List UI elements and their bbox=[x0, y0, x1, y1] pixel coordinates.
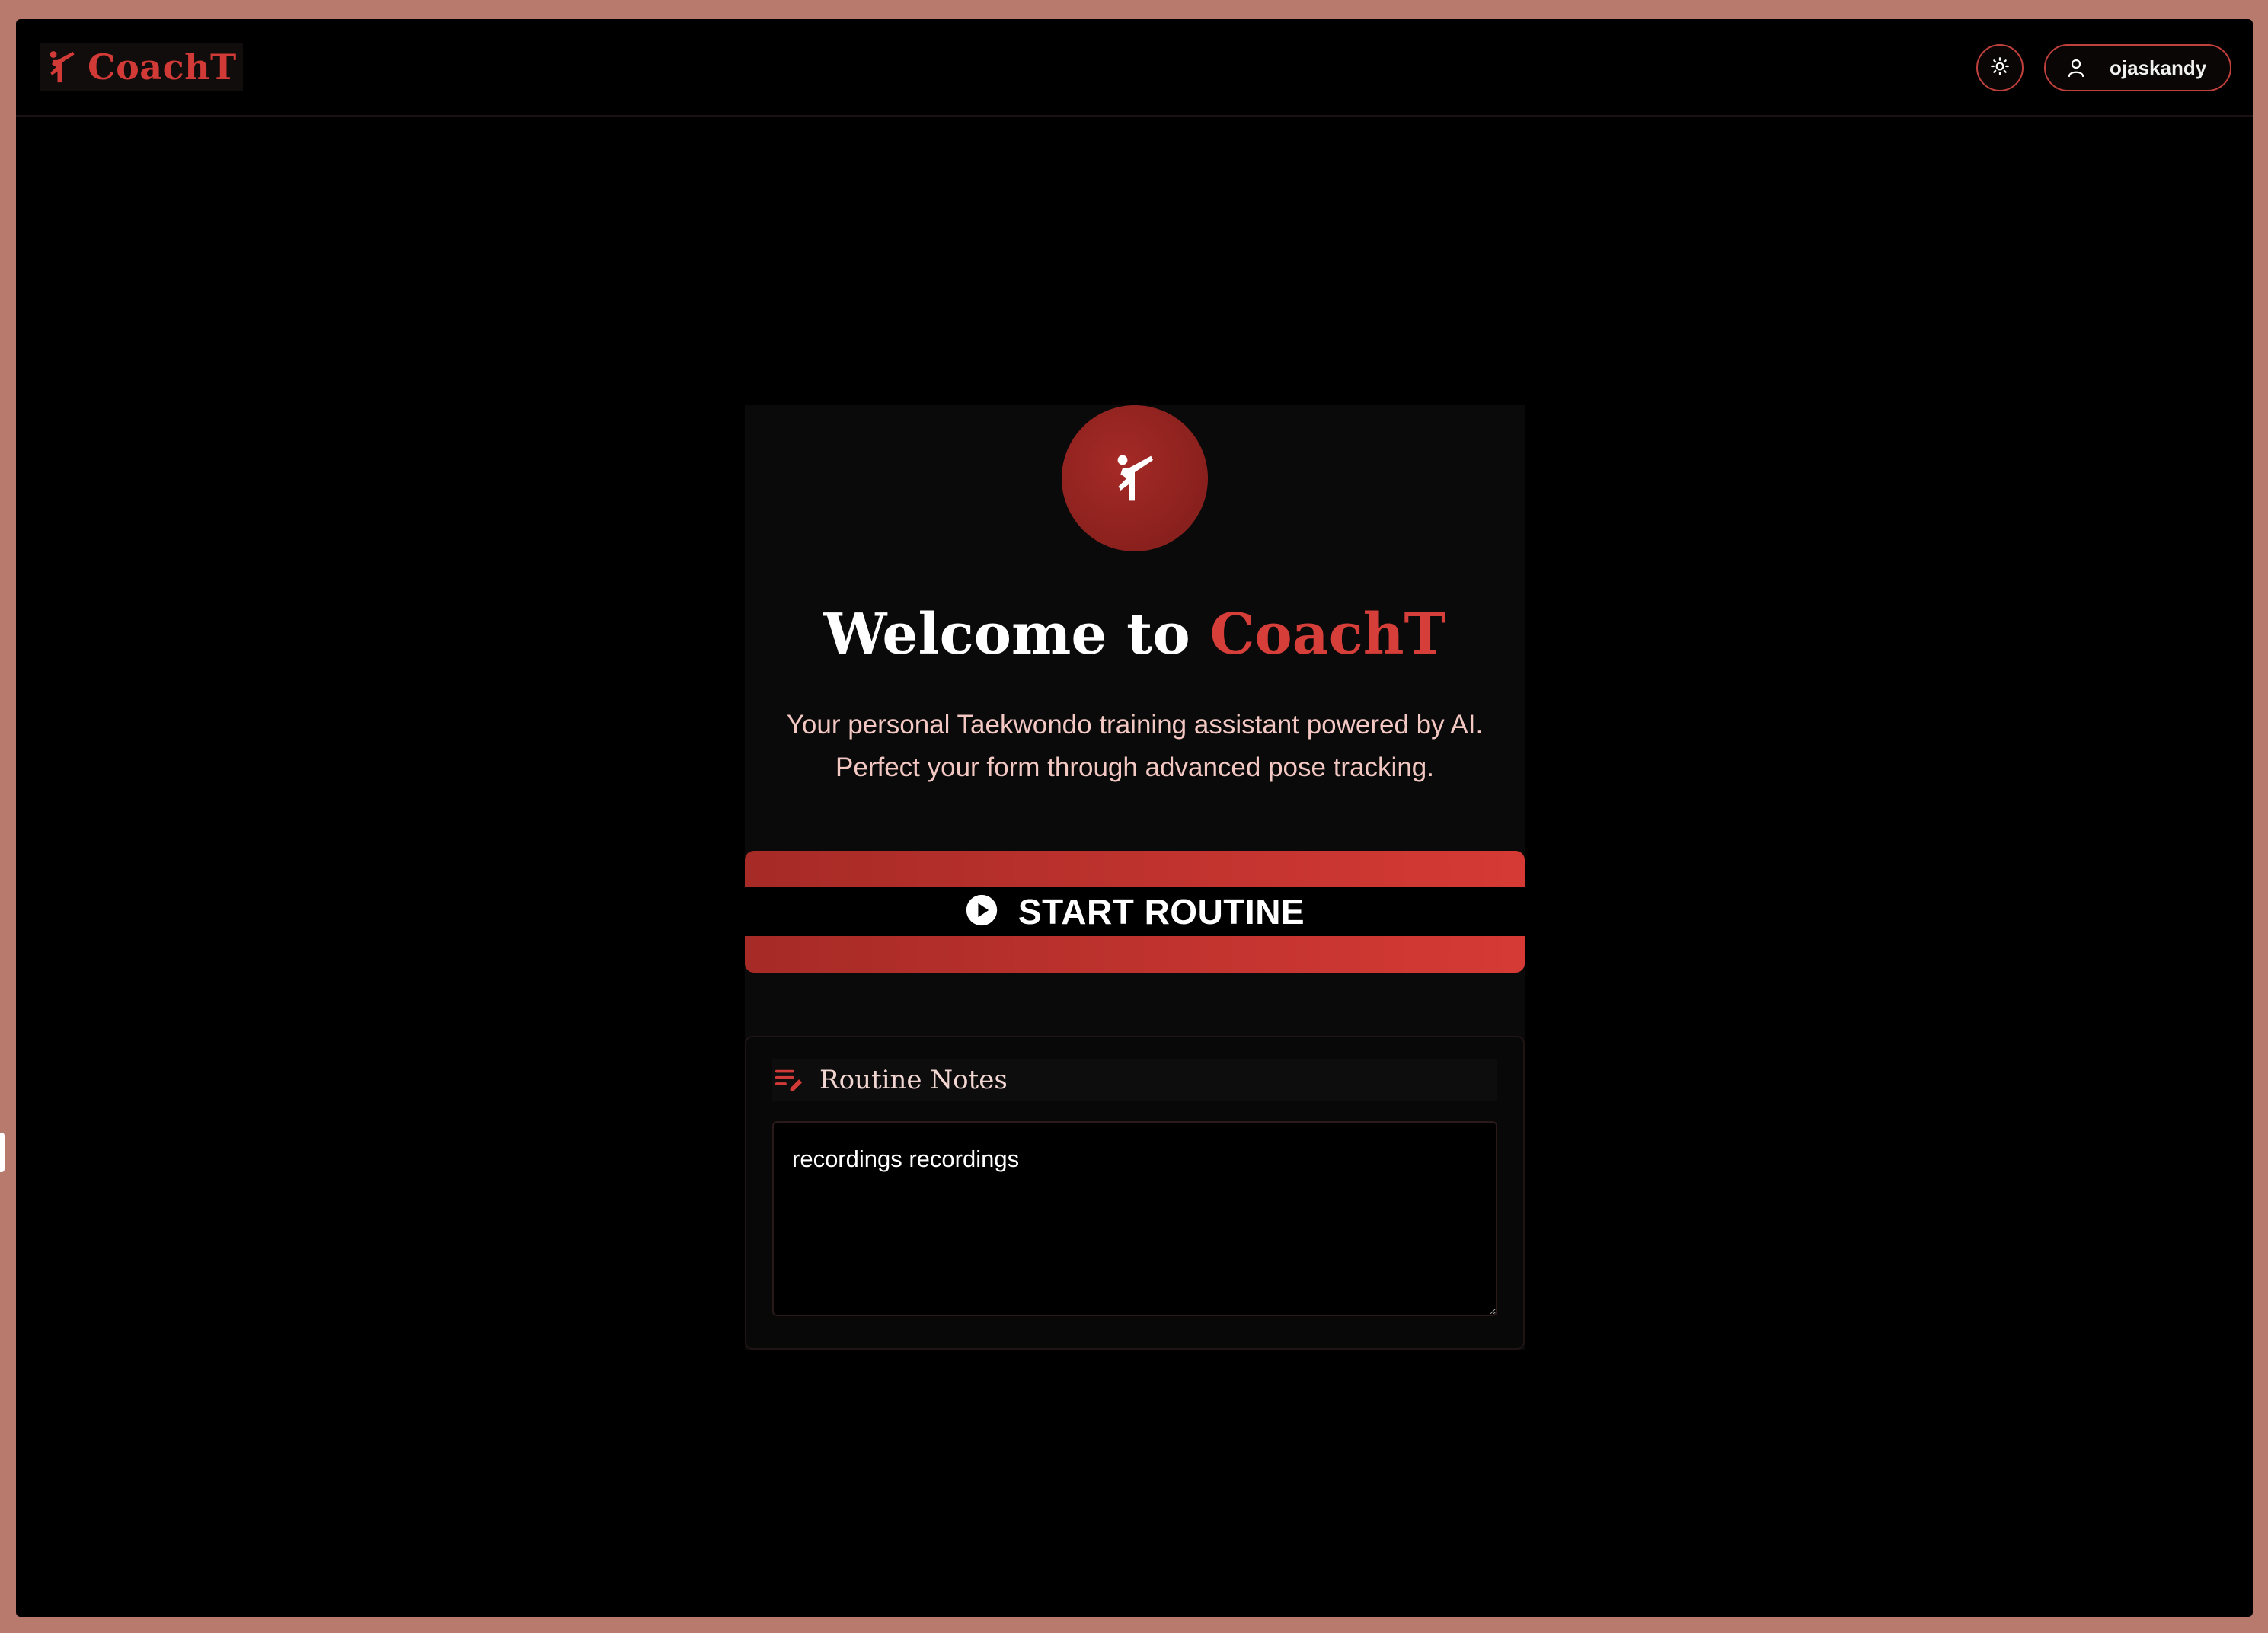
brand-name: CoachT bbox=[88, 46, 237, 88]
routine-notes-header: Routine Notes bbox=[772, 1059, 1497, 1101]
edge-handle[interactable] bbox=[0, 1133, 5, 1172]
top-navigation-bar: CoachT ojaskandy bbox=[16, 19, 2253, 117]
sun-icon bbox=[1990, 56, 2010, 79]
page-title: Welcome to CoachT bbox=[745, 602, 1525, 667]
martial-arts-kick-icon bbox=[1062, 405, 1208, 551]
start-routine-content: START ROUTINE bbox=[745, 887, 1525, 936]
button-band-bottom bbox=[745, 936, 1525, 973]
play-circle-icon bbox=[965, 893, 998, 930]
subtitle-line-1: Your personal Taekwondo training assista… bbox=[786, 710, 1484, 740]
user-menu-button[interactable]: ojaskandy bbox=[2044, 44, 2231, 91]
title-accent: CoachT bbox=[1209, 602, 1446, 667]
username-label: ojaskandy bbox=[2110, 56, 2207, 79]
theme-toggle-button[interactable] bbox=[1976, 44, 2024, 91]
title-prefix: Welcome to bbox=[823, 602, 1210, 667]
edit-notes-icon bbox=[772, 1063, 806, 1097]
start-routine-label: START ROUTINE bbox=[1017, 892, 1305, 932]
app-window: CoachT ojaskandy Welcome to CoachT Your … bbox=[16, 19, 2253, 1617]
routine-notes-title: Routine Notes bbox=[819, 1065, 1008, 1095]
welcome-card: Welcome to CoachT Your personal Taekwond… bbox=[745, 405, 1525, 1350]
routine-notes-panel: Routine Notes recordings recordings bbox=[745, 1036, 1525, 1350]
start-routine-button[interactable]: START ROUTINE bbox=[745, 851, 1525, 973]
brand-logo[interactable]: CoachT bbox=[40, 43, 243, 91]
routine-notes-textarea[interactable]: recordings recordings bbox=[772, 1121, 1497, 1316]
page-subtitle: Your personal Taekwondo training assista… bbox=[745, 704, 1525, 789]
subtitle-line-2: Perfect your form through advanced pose … bbox=[835, 753, 1434, 782]
button-band-top bbox=[745, 851, 1525, 887]
martial-arts-kick-icon bbox=[40, 46, 83, 88]
user-icon bbox=[2065, 57, 2087, 78]
